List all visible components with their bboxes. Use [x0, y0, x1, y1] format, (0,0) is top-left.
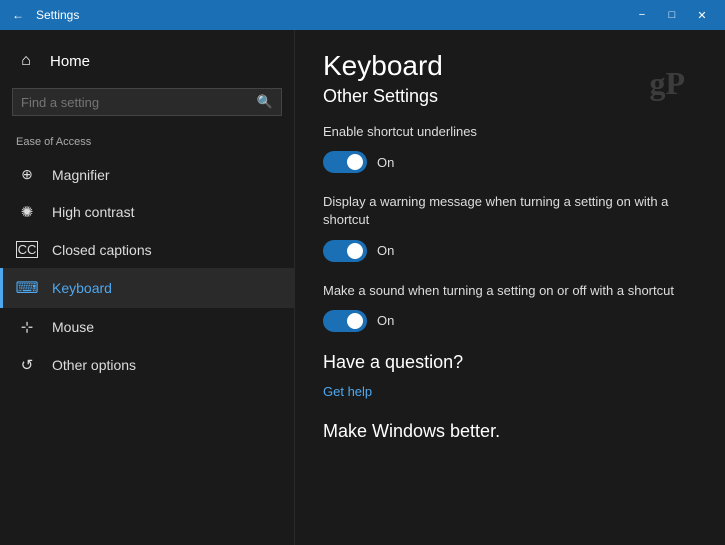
- titlebar: ← Settings − □ ✕: [0, 0, 725, 30]
- back-button[interactable]: ←: [8, 5, 28, 25]
- sound-shortcut-toggle-wrapper: On: [323, 310, 394, 332]
- window-title: Settings: [36, 8, 627, 22]
- sidebar-item-mouse[interactable]: ⊹ Mouse: [0, 308, 294, 346]
- make-windows-title: Make Windows better.: [323, 421, 697, 442]
- close-icon: ✕: [697, 9, 706, 22]
- minimize-button[interactable]: −: [627, 0, 657, 30]
- sidebar-item-high-contrast[interactable]: ✺ High contrast: [0, 193, 294, 231]
- sidebar-item-mouse-label: Mouse: [52, 319, 94, 335]
- shortcut-underlines-row: On: [323, 151, 697, 173]
- warning-message-row: On: [323, 240, 697, 262]
- search-input[interactable]: [21, 95, 257, 110]
- setting-warning-message: Display a warning message when turning a…: [323, 193, 697, 261]
- close-button[interactable]: ✕: [687, 0, 717, 30]
- window-controls: − □ ✕: [627, 0, 717, 30]
- magnifier-icon: ⊕: [16, 166, 38, 183]
- mouse-icon: ⊹: [16, 318, 38, 336]
- sidebar-item-high-contrast-label: High contrast: [52, 204, 134, 220]
- back-icon: ←: [12, 8, 24, 22]
- content-area: Keyboard Other Settings Enable shortcut …: [295, 30, 725, 545]
- maximize-button[interactable]: □: [657, 0, 687, 30]
- sidebar-item-home[interactable]: ⌂ Home: [0, 42, 294, 80]
- search-icon: 🔍: [257, 94, 273, 110]
- warning-message-toggle-label: On: [377, 243, 394, 258]
- page-title: Keyboard: [323, 50, 697, 82]
- sidebar-item-magnifier-label: Magnifier: [52, 167, 110, 183]
- shortcut-underlines-toggle-label: On: [377, 155, 394, 170]
- closed-captions-icon: CC: [16, 241, 38, 258]
- question-title: Have a question?: [323, 352, 697, 373]
- other-settings-title: Other Settings: [323, 86, 697, 107]
- shortcut-underlines-toggle[interactable]: [323, 151, 367, 173]
- sidebar: ⌂ Home 🔍 Ease of Access ⊕ Magnifier ✺ Hi…: [0, 30, 295, 545]
- sidebar-item-closed-captions[interactable]: CC Closed captions: [0, 231, 294, 268]
- get-help-link[interactable]: Get help: [323, 384, 372, 399]
- maximize-icon: □: [669, 9, 676, 21]
- warning-message-toggle-wrapper: On: [323, 240, 394, 262]
- warning-message-label: Display a warning message when turning a…: [323, 193, 697, 229]
- setting-sound-shortcut: Make a sound when turning a setting on o…: [323, 282, 697, 332]
- home-label: Home: [50, 53, 90, 70]
- app-container: gP ⌂ Home 🔍 Ease of Access ⊕ Magnifier ✺…: [0, 30, 725, 545]
- sidebar-item-other-options-label: Other options: [52, 357, 136, 373]
- warning-message-toggle[interactable]: [323, 240, 367, 262]
- sound-shortcut-toggle[interactable]: [323, 310, 367, 332]
- sidebar-item-closed-captions-label: Closed captions: [52, 242, 152, 258]
- sidebar-item-magnifier[interactable]: ⊕ Magnifier: [0, 156, 294, 193]
- sidebar-item-other-options[interactable]: ↺ Other options: [0, 346, 294, 384]
- ease-of-access-label: Ease of Access: [0, 132, 294, 156]
- search-box[interactable]: 🔍: [12, 88, 282, 116]
- home-icon: ⌂: [16, 52, 36, 70]
- sound-shortcut-toggle-label: On: [377, 313, 394, 328]
- setting-shortcut-underlines: Enable shortcut underlines On: [323, 123, 697, 173]
- sidebar-item-keyboard-label: Keyboard: [52, 280, 112, 296]
- sound-shortcut-row: On: [323, 310, 697, 332]
- high-contrast-icon: ✺: [16, 203, 38, 221]
- sound-shortcut-label: Make a sound when turning a setting on o…: [323, 282, 697, 300]
- other-options-icon: ↺: [16, 356, 38, 374]
- minimize-icon: −: [639, 9, 645, 21]
- question-section: Have a question? Get help: [323, 352, 697, 401]
- shortcut-underlines-label: Enable shortcut underlines: [323, 123, 697, 141]
- shortcut-underlines-toggle-wrapper: On: [323, 151, 394, 173]
- keyboard-icon: ⌨: [16, 278, 38, 298]
- sidebar-item-keyboard[interactable]: ⌨ Keyboard: [0, 268, 294, 308]
